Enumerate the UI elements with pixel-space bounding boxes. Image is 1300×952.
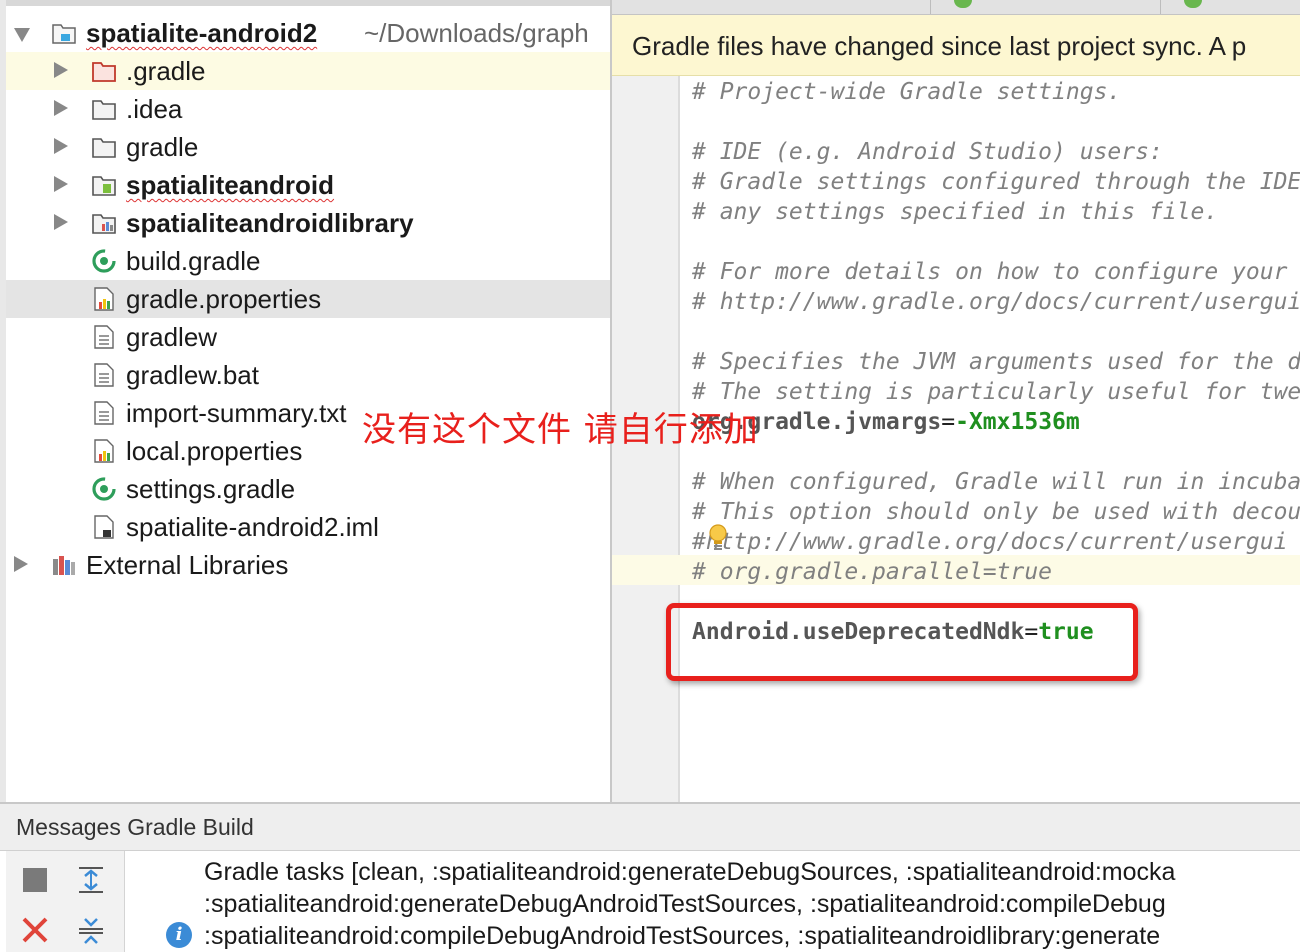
root-project-name: spatialite-android2 — [86, 18, 318, 48]
tab-separator — [930, 0, 931, 14]
messages-toolbar — [6, 851, 125, 952]
expand-right-icon[interactable] — [54, 214, 68, 230]
tree-item-label: local.properties — [126, 436, 303, 466]
folder-icon — [92, 138, 116, 158]
tree-item-label: build.gradle — [126, 246, 261, 276]
tree-row-gradlew-bat[interactable]: gradlew.bat — [6, 356, 610, 394]
close-icon[interactable] — [20, 915, 50, 945]
pane-top-edge — [0, 0, 610, 6]
tree-item-label: settings.gradle — [126, 474, 296, 504]
tree-row-spatialiteandroid[interactable]: spatialiteandroid — [6, 166, 610, 204]
gradle-file-icon — [92, 249, 116, 273]
external-libraries-label: External Libraries — [86, 550, 289, 580]
code-line[interactable]: #http://www.gradle.org/docs/current/user… — [692, 527, 1287, 557]
text-file-icon — [94, 325, 114, 349]
tab-separator — [1160, 0, 1161, 14]
message-line[interactable]: Gradle tasks [clean, :spatialiteandroid:… — [204, 856, 1175, 888]
message-line[interactable]: :spatialiteandroid:generateDebugAndroidT… — [204, 888, 1166, 920]
code-line[interactable]: # Specifies the JVM arguments used for t… — [692, 347, 1300, 377]
tree-row-external-libraries[interactable]: External Libraries — [6, 546, 610, 584]
module-file-icon — [94, 515, 114, 539]
code-line[interactable]: # Project-wide Gradle settings. — [692, 77, 1121, 107]
properties-file-icon — [94, 287, 114, 311]
project-tool-window: spatialite-android2 ~/Downloads/graph .g… — [0, 0, 610, 802]
tree-row-settings-gradle[interactable]: settings.gradle — [6, 470, 610, 508]
editor-tabs-strip[interactable] — [612, 0, 1300, 15]
tree-item-label: gradle — [126, 132, 199, 162]
tree-row-build-gradle[interactable]: build.gradle — [6, 242, 610, 280]
tree-item-label: .idea — [126, 94, 183, 124]
code-line[interactable]: # Gradle settings configured through the… — [692, 167, 1300, 197]
root-project-path: ~/Downloads/graph — [364, 18, 589, 48]
code-line[interactable]: # This option should only be used with d… — [692, 497, 1300, 527]
tree-row-root[interactable]: spatialite-android2 ~/Downloads/graph — [6, 14, 610, 52]
expand-right-icon[interactable] — [54, 176, 68, 192]
tree-row-gradle-properties[interactable]: gradle.properties — [6, 280, 610, 318]
expand-right-icon[interactable] — [54, 100, 68, 116]
message-line[interactable]: :spatialiteandroid:compileDebugAndroidTe… — [204, 920, 1160, 952]
tree-row-spatialiteandroidlibrary[interactable]: spatialiteandroidlibrary — [6, 204, 610, 242]
editor-pane: Gradle files have changed since last pro… — [612, 0, 1300, 802]
tree-row-idea[interactable]: .idea — [6, 90, 610, 128]
text-file-icon — [94, 401, 114, 425]
tree-row-iml[interactable]: spatialite-android2.iml — [6, 508, 610, 546]
gradle-tab-icon — [1184, 0, 1202, 8]
info-icon: i — [166, 922, 192, 948]
code-line[interactable]: # When configured, Gradle will run in in… — [692, 467, 1300, 497]
libraries-icon — [53, 556, 75, 575]
text-file-icon — [94, 363, 114, 387]
tree-row-dot-gradle[interactable]: .gradle — [6, 52, 610, 90]
expand-down-icon[interactable] — [14, 28, 30, 42]
code-line[interactable]: # IDE (e.g. Android Studio) users: — [692, 137, 1163, 167]
expand-right-icon[interactable] — [54, 138, 68, 154]
properties-file-icon — [94, 439, 114, 463]
library-module-icon — [92, 214, 116, 234]
android-module-icon — [92, 176, 116, 196]
folder-excluded-icon — [92, 62, 116, 82]
gradle-sync-banner[interactable]: Gradle files have changed since last pro… — [612, 15, 1300, 76]
tree-item-label: spatialiteandroidlibrary — [126, 208, 414, 238]
stop-icon[interactable] — [20, 865, 50, 895]
tree-item-label: import-summary.txt — [126, 398, 347, 428]
property-equals: = — [941, 409, 956, 435]
tree-item-label: .gradle — [126, 56, 206, 86]
tree-item-label: gradlew — [126, 322, 218, 352]
lightbulb-icon[interactable] — [708, 524, 728, 554]
code-line[interactable]: # org.gradle.parallel=true — [692, 557, 1052, 587]
tree-item-label: gradle.properties — [126, 284, 322, 314]
tree-item-label: spatialiteandroid — [126, 170, 335, 200]
tree-item-label: spatialite-android2.iml — [126, 512, 379, 542]
collapse-all-icon[interactable] — [76, 915, 106, 945]
code-line[interactable]: # For more details on how to configure y… — [692, 257, 1287, 287]
annotation-highlight-box — [666, 603, 1138, 681]
code-line[interactable]: # any settings specified in this file. — [692, 197, 1218, 227]
folder-icon — [92, 100, 116, 120]
gradle-tab-icon — [954, 0, 972, 8]
project-folder-icon — [52, 24, 76, 44]
expand-right-icon[interactable] — [54, 62, 68, 78]
messages-title: Messages Gradle Build — [16, 814, 254, 840]
tree-row-gradle-folder[interactable]: gradle — [6, 128, 610, 166]
property-value: -Xmx1536m — [955, 409, 1080, 435]
gradle-file-icon — [92, 477, 116, 501]
code-line[interactable]: # The setting is particularly useful for… — [692, 377, 1300, 407]
sync-banner-text: Gradle files have changed since last pro… — [632, 31, 1247, 61]
messages-tool-window: Messages Gradle Build Gradle tasks [clea… — [0, 802, 1300, 952]
tree-row-gradlew[interactable]: gradlew — [6, 318, 610, 356]
tree-item-label: gradlew.bat — [126, 360, 259, 390]
annotation-note: 没有这个文件 请自行添加 — [362, 410, 759, 450]
expand-all-icon[interactable] — [76, 865, 106, 895]
expand-right-icon[interactable] — [14, 556, 28, 572]
messages-header: Messages Gradle Build — [0, 804, 1300, 851]
code-line[interactable]: # http://www.gradle.org/docs/current/use… — [692, 287, 1300, 317]
